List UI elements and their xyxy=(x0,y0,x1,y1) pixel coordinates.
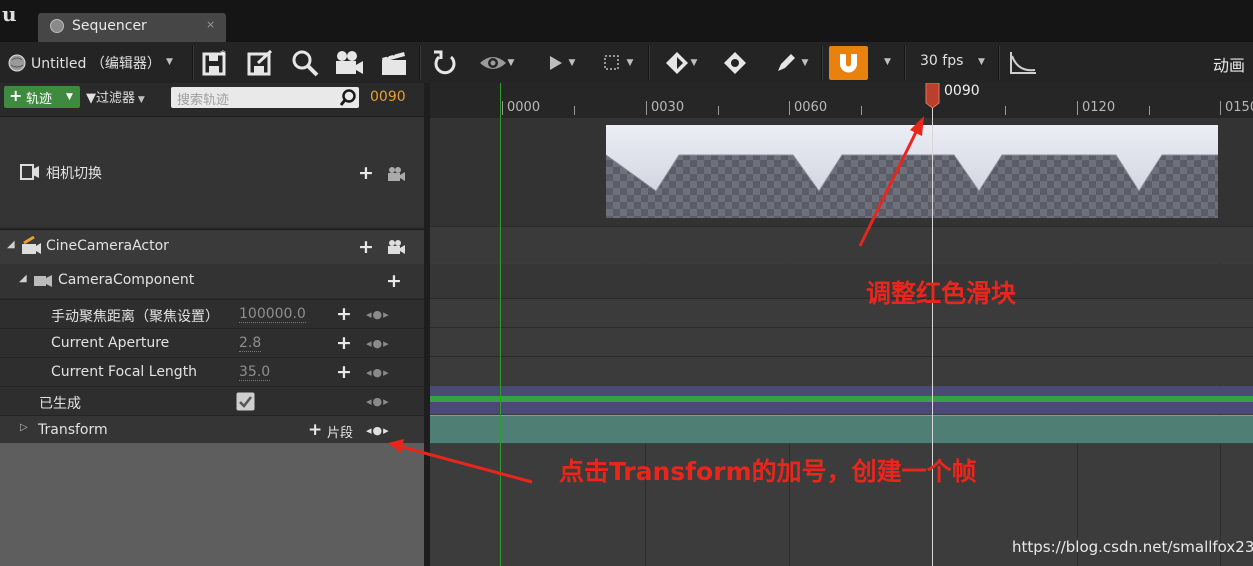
arrow-to-transform-plus xyxy=(388,439,533,484)
watermark-text: https://blog.csdn.net/smallfox233 xyxy=(1012,538,1253,556)
annotation-adjust-slider: 调整红色滑块 xyxy=(866,279,1017,308)
annotation-transform-plus: 点击Transform的加号，创建一个帧 xyxy=(559,457,977,486)
arrow-to-playhead xyxy=(858,116,924,247)
